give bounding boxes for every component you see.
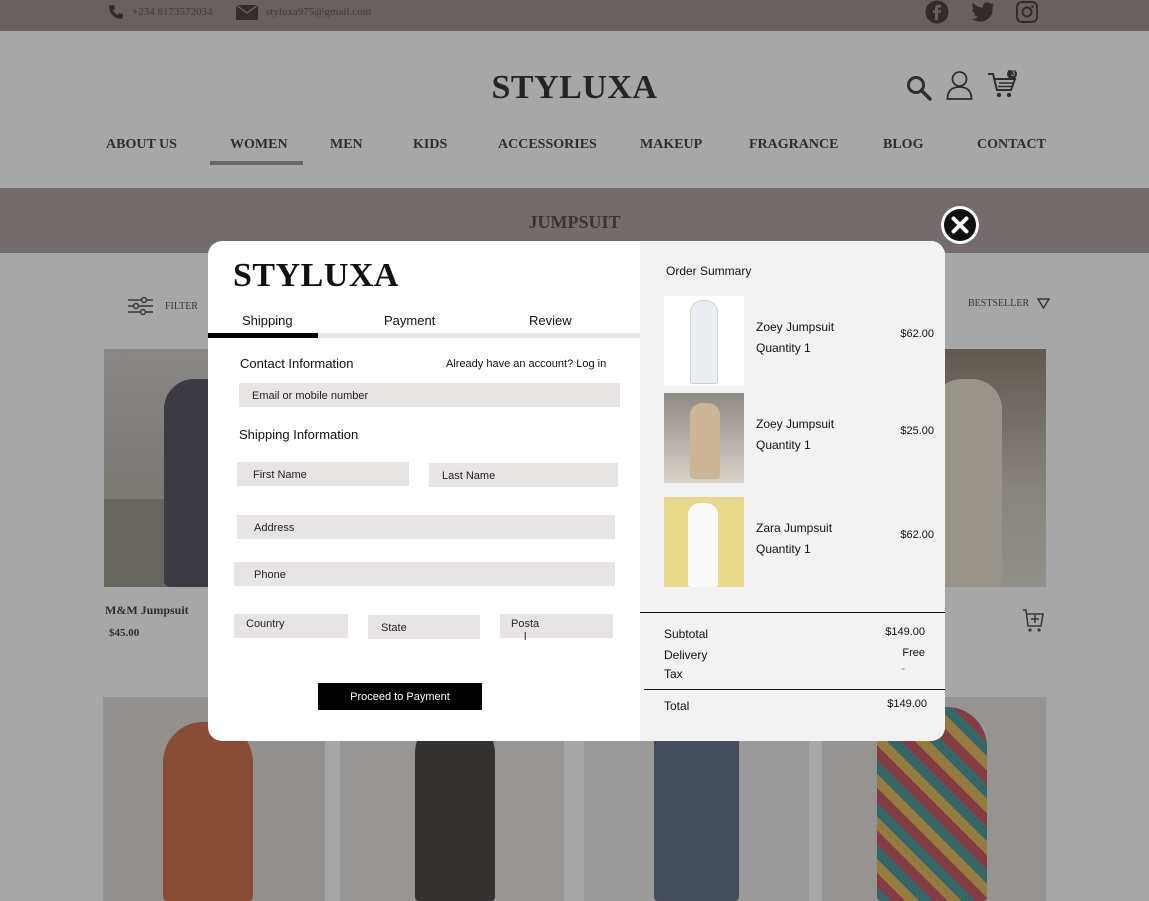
tax-label: Tax bbox=[664, 667, 683, 681]
order-item: Zoey Jumpsuit Quantity 1 $62.00 bbox=[664, 296, 934, 386]
close-icon bbox=[944, 209, 976, 241]
postal-field[interactable]: Posta l bbox=[500, 614, 613, 643]
order-item-name: Zoey Jumpsuit bbox=[756, 417, 835, 431]
postal-label: Posta bbox=[511, 618, 540, 630]
email-field[interactable]: Email or mobile number bbox=[239, 383, 620, 407]
tab-payment[interactable]: Payment bbox=[384, 313, 435, 328]
tax-value: - bbox=[901, 663, 905, 675]
order-summary-title: Order Summary bbox=[666, 264, 752, 278]
order-item-quantity: Quantity 1 bbox=[756, 341, 811, 355]
total-label: Total bbox=[664, 699, 690, 713]
subtotal-value: $149.00 bbox=[885, 626, 925, 638]
order-item-name: Zara Jumpsuit bbox=[756, 521, 833, 535]
tab-active-indicator bbox=[208, 333, 318, 338]
total-divider bbox=[644, 689, 945, 690]
order-item-image bbox=[664, 497, 744, 587]
total-value: $149.00 bbox=[887, 698, 927, 710]
checkout-logo: STYLUXA bbox=[233, 257, 399, 294]
order-item-price: $62.00 bbox=[900, 529, 934, 541]
subtotal-label: Subtotal bbox=[664, 627, 709, 641]
order-item-price: $25.00 bbox=[900, 425, 934, 437]
last-name-field[interactable]: Last Name bbox=[429, 463, 618, 487]
order-item-name: Zoey Jumpsuit bbox=[756, 320, 835, 334]
order-item-quantity: Quantity 1 bbox=[756, 438, 811, 452]
state-field[interactable]: State bbox=[368, 615, 480, 639]
login-link[interactable]: Already have an account? Log in bbox=[446, 358, 606, 370]
order-summary-panel: Order Summary Zoey Jumpsuit Quantity 1 $… bbox=[640, 241, 945, 741]
postal-label-overflow: l bbox=[524, 631, 527, 643]
close-button[interactable] bbox=[941, 206, 979, 244]
proceed-to-payment-button[interactable]: Proceed to Payment bbox=[318, 683, 482, 710]
shipping-heading: Shipping Information bbox=[239, 427, 359, 442]
phone-field[interactable]: Phone bbox=[234, 562, 615, 586]
contact-heading: Contact Information bbox=[240, 356, 354, 371]
first-name-field[interactable]: First Name bbox=[237, 462, 409, 486]
address-field[interactable]: Address bbox=[237, 515, 615, 539]
order-item: Zara Jumpsuit Quantity 1 $62.00 bbox=[664, 497, 934, 587]
country-field[interactable]: Country bbox=[234, 614, 348, 638]
checkout-modal: STYLUXA Shipping Payment Review Contact … bbox=[208, 241, 945, 741]
delivery-label: Delivery bbox=[664, 648, 708, 662]
order-item: Zoey Jumpsuit Quantity 1 $25.00 bbox=[664, 393, 934, 483]
summary-divider bbox=[640, 612, 945, 613]
order-item-image bbox=[664, 393, 744, 483]
tab-review[interactable]: Review bbox=[529, 313, 572, 328]
order-item-image bbox=[664, 296, 744, 386]
order-item-quantity: Quantity 1 bbox=[756, 542, 811, 556]
delivery-value: Free bbox=[902, 647, 925, 659]
order-item-price: $62.00 bbox=[900, 328, 934, 340]
tab-shipping[interactable]: Shipping bbox=[242, 313, 293, 328]
